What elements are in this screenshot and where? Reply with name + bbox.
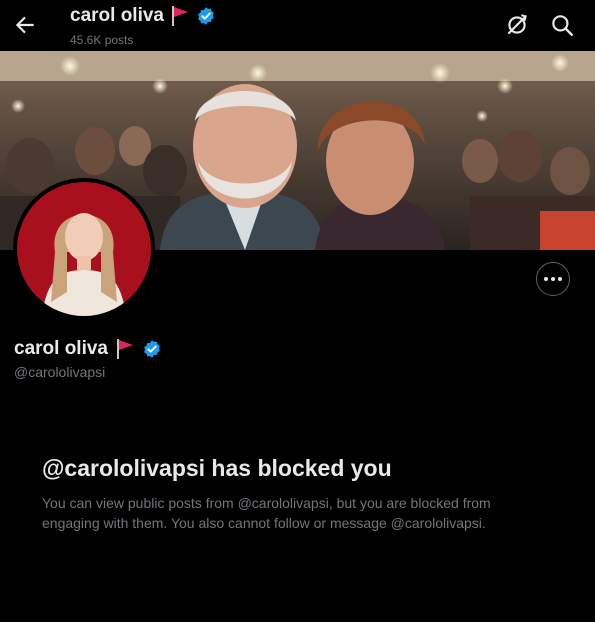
- top-header: carol oliva 45.6K posts: [0, 0, 595, 51]
- blocked-title: @carololivapsi has blocked you: [42, 455, 392, 481]
- search-icon[interactable]: [549, 12, 575, 38]
- header-title: carol oliva: [70, 5, 164, 26]
- flag-icon: [172, 6, 188, 26]
- verified-badge-icon: [198, 7, 214, 25]
- flag-icon: [117, 339, 133, 359]
- more-options-button[interactable]: [536, 262, 570, 296]
- avatar-photo: [17, 182, 151, 316]
- blocked-message: You can view public posts from @carololi…: [42, 495, 491, 531]
- profile-name: carol oliva: [14, 338, 108, 359]
- post-count: 45.6K posts: [70, 33, 134, 47]
- profile-name-row: carol oliva: [14, 336, 162, 362]
- header-title-block: carol oliva 45.6K posts: [70, 4, 216, 47]
- avatar[interactable]: [17, 182, 151, 316]
- profile-handle: @carololivapsi: [14, 364, 106, 380]
- arrow-left-icon[interactable]: [12, 12, 38, 38]
- ellipsis-icon: [544, 277, 562, 281]
- verified-badge-icon[interactable]: [142, 339, 162, 359]
- refresh-off-icon[interactable]: [504, 12, 530, 38]
